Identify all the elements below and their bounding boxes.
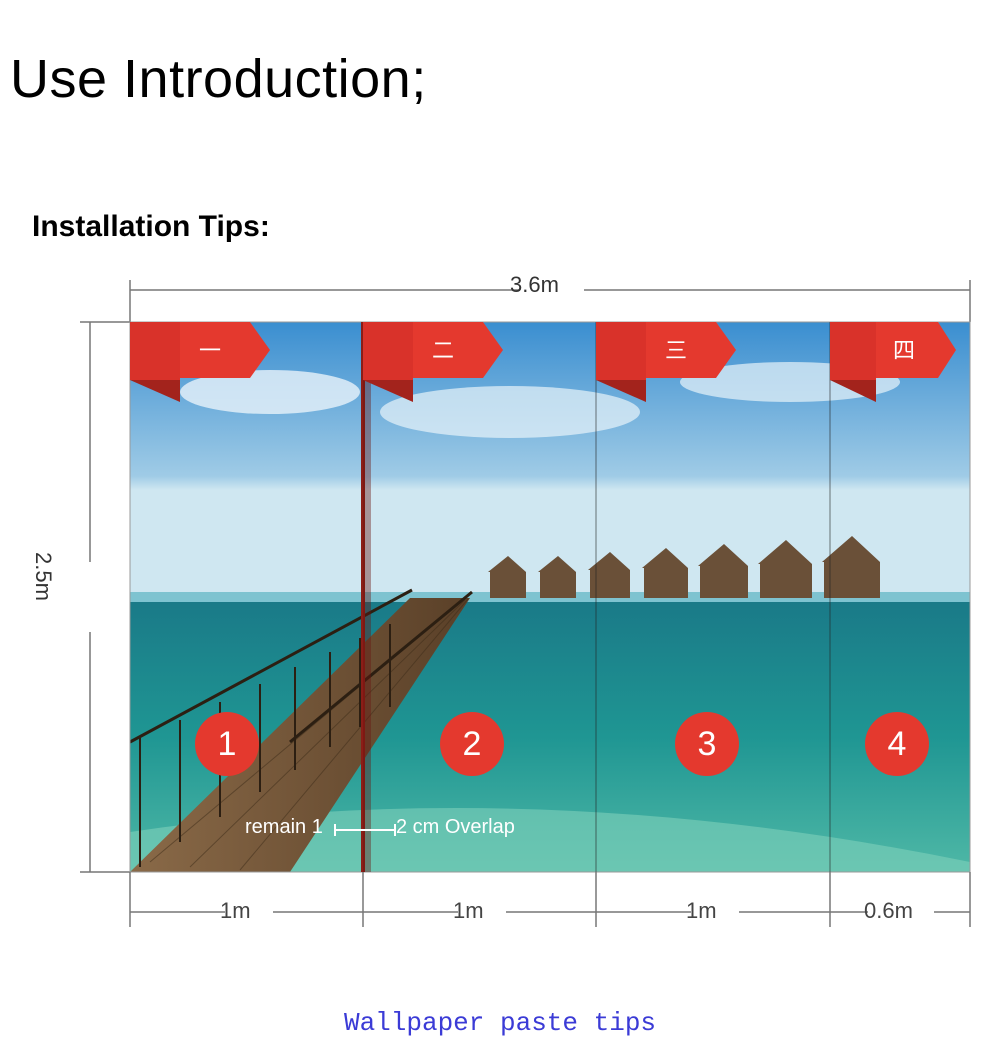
panel-number-3: 3 — [675, 712, 739, 776]
panel-number-2: 2 — [440, 712, 504, 776]
overlap-suffix: 2 cm Overlap — [396, 816, 515, 838]
panel-width-4: 0.6m — [864, 898, 944, 924]
flag-label-3: 三 — [665, 338, 687, 363]
panel-width-1: 1m — [220, 898, 290, 924]
panel-width-3: 1m — [686, 898, 756, 924]
wallpaper-image — [130, 322, 970, 872]
flag-label-2: 二 — [432, 338, 454, 363]
section-subtitle: Installation Tips: — [0, 110, 1000, 244]
footer-text: Wallpaper paste tips — [0, 1008, 1000, 1038]
page-title: Use Introduction; — [0, 0, 1000, 110]
panel-number-1: 1 — [195, 712, 259, 776]
total-height-label: 2.5m — [30, 552, 56, 601]
panel-width-2: 1m — [453, 898, 523, 924]
flag-label-1: 一 — [199, 338, 221, 363]
overlap-prefix: remain 1 — [245, 816, 323, 838]
panel-number-4: 4 — [865, 712, 929, 776]
installation-diagram: 3.6m 2.5m — [30, 272, 980, 1007]
total-width-label: 3.6m — [510, 272, 610, 298]
flag-label-4: 四 — [893, 338, 915, 363]
left-height-ruler — [78, 322, 130, 872]
